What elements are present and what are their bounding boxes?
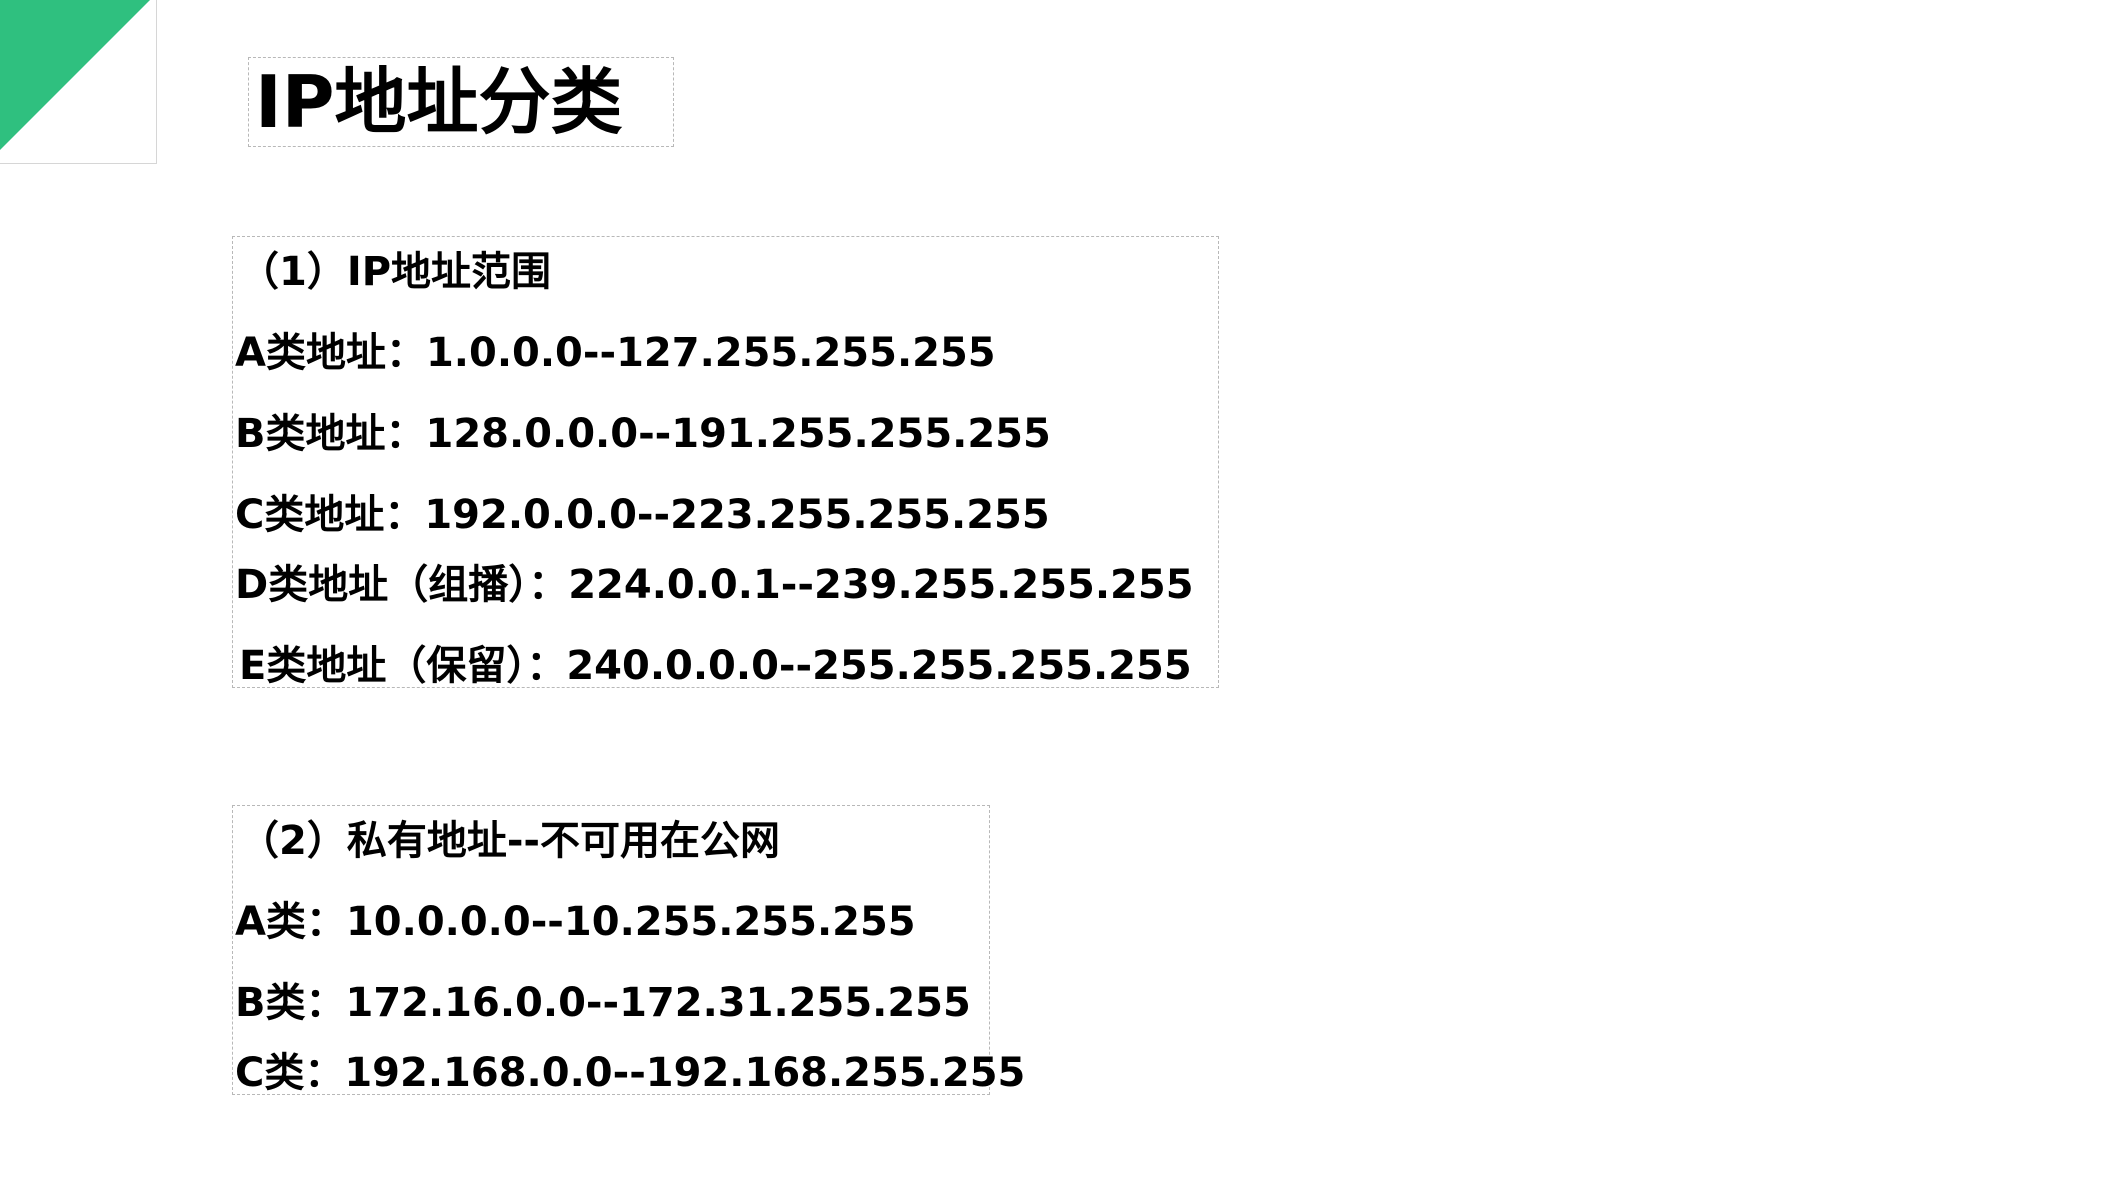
private-address-heading: （2）私有地址--不可用在公网 [239,818,781,864]
corner-decoration [0,0,157,164]
ip-range-heading: （1）IP地址范围 [239,249,552,295]
class-c-range: C类地址：192.0.0.0--223.255.255.255 [235,492,1050,538]
ip-range-textbox: （1）IP地址范围 A类地址：1.0.0.0--127.255.255.255 … [232,236,1219,689]
page-title: IP地址分类 [255,60,623,144]
class-d-range: D类地址（组播）：224.0.0.1--239.255.255.255 [235,562,1194,608]
green-triangle-icon [0,0,150,150]
title-textbox: IP地址分类 [248,57,674,147]
private-class-b: B类：172.16.0.0--172.31.255.255 [235,980,971,1026]
private-address-textbox: （2）私有地址--不可用在公网 A类：10.0.0.0--10.255.255.… [232,805,1025,1096]
private-class-a: A类：10.0.0.0--10.255.255.255 [235,899,916,945]
class-a-range: A类地址：1.0.0.0--127.255.255.255 [235,330,996,376]
class-e-range: E类地址（保留）：240.0.0.0--255.255.255.255 [239,643,1192,689]
private-class-c: C类：192.168.0.0--192.168.255.255 [235,1050,1026,1096]
class-b-range: B类地址：128.0.0.0--191.255.255.255 [235,411,1051,457]
